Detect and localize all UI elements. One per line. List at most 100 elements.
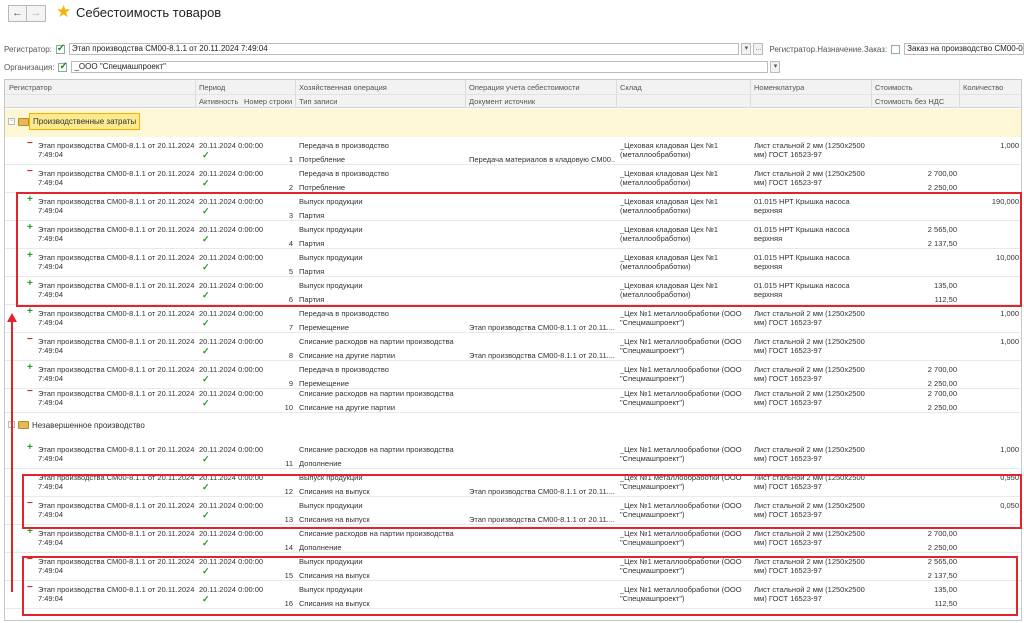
table-row[interactable]: − Этап производства СМ00-8.1.1 от 20.11.2… [5,137,1021,165]
dest-field[interactable]: Заказ на производство СМ00-00000 [904,43,1024,55]
col-cost-no-vat[interactable]: Стоимость без НДС [875,97,944,106]
cell-wh1: _Цеховая кладовая Цех №1 [620,197,719,206]
cell-nom1: Лист стальной 2 мм (1250х2500 [754,169,865,178]
active-check-icon: ✓ [202,206,210,216]
group-wip[interactable]: − Незавершенное производство [5,413,1021,441]
cell-period: 20.11.2024 0:00:00 [199,309,264,318]
cell-rtype: Списания на выпуск [299,515,370,524]
cell-qty: 1,000 [1000,141,1019,150]
cell-line: 3 [288,211,293,220]
dest-checkbox[interactable] [891,44,901,54]
star-icon[interactable]: ★ [56,2,71,22]
table-row[interactable]: + Этап производства СМ00-8.1.1 от 20.11.2… [5,305,1021,333]
registrator-select-button[interactable]: ... [753,43,764,55]
cell-reg1: Этап производства СМ00-8.1.1 от 20.11.20… [38,253,195,262]
cell-wh1: _Цеховая кладовая Цех №1 [620,169,719,178]
org-dropdown-icon[interactable]: ▾ [770,61,781,73]
cell-op: Списание расходов на партии производства [299,337,454,346]
cell-period: 20.11.2024 0:00:00 [199,169,264,178]
cell-wh1: _Цех №1 металлообработки (ООО [620,473,742,482]
cell-reg1: Этап производства СМ00-8.1.1 от 20.11.20… [38,473,195,482]
cell-nom2: мм) ГОСТ 16523-97 [754,566,822,575]
table-row[interactable]: + Этап производства СМ00-8.1.1 от 20.11.2… [5,249,1021,277]
col-period[interactable]: Период [199,83,225,92]
cell-wh1: _Цех №1 металлообработки (ООО [620,309,742,318]
table-row[interactable]: + Этап производства СМ00-8.1.1 от 20.11.2… [5,525,1021,553]
active-check-icon: ✓ [202,566,210,576]
table-row[interactable]: − Этап производства СМ00-8.1.1 от 20.11.2… [5,469,1021,497]
cell-nom1: Лист стальной 2 мм (1250х2500 [754,445,865,454]
col-nomenclature[interactable]: Номенклатура [754,83,804,92]
cell-nom2: мм) ГОСТ 16523-97 [754,482,822,491]
cell-cost_nv: 2 250,00 [927,543,957,552]
table-row[interactable]: − Этап производства СМ00-8.1.1 от 20.11.2… [5,165,1021,193]
plus-sign-icon: + [27,526,33,537]
col-record-type[interactable]: Тип записи [299,97,337,106]
cell-src: Передача материалов в кладовую СМ00... [469,155,615,164]
cell-nom1: Лист стальной 2 мм (1250х2500 [754,557,865,566]
cell-wh1: _Цех №1 металлообработки (ООО [620,501,742,510]
org-field[interactable]: _ООО "Спецмашпроект" [71,61,769,73]
cell-nom2: мм) ГОСТ 16523-97 [754,594,822,603]
cell-reg1: Этап производства СМ00-8.1.1 от 20.11.20… [38,365,195,374]
back-button[interactable]: ← [8,5,27,22]
cell-period: 20.11.2024 0:00:00 [199,365,264,374]
col-warehouse[interactable]: Склад [620,83,642,92]
col-cost[interactable]: Стоимость [875,83,913,92]
cell-op: Выпуск продукции [299,225,363,234]
cell-period: 20.11.2024 0:00:00 [199,337,264,346]
col-source-doc[interactable]: Документ источник [469,97,535,106]
table-row[interactable]: − Этап производства СМ00-8.1.1 от 20.11.2… [5,581,1021,609]
col-line-no[interactable]: Номер строки [244,97,292,106]
registrator-dropdown-icon[interactable]: ▾ [741,43,752,55]
cell-qty: 1,000 [1000,309,1019,318]
cell-nom1: Лист стальной 2 мм (1250х2500 [754,389,865,398]
cell-cost_nv: 2 137,50 [927,571,957,580]
active-check-icon: ✓ [202,538,210,548]
col-registrator[interactable]: Регистратор [9,83,52,92]
plus-sign-icon: + [27,250,33,261]
cell-reg2: 7:49:04 [38,290,64,299]
table-row[interactable]: + Этап производства СМ00-8.1.1 от 20.11.2… [5,441,1021,469]
cell-reg1: Этап производства СМ00-8.1.1 от 20.11.20… [38,389,195,398]
col-quantity[interactable]: Количество [963,83,1003,92]
col-activity[interactable]: Активность [199,97,238,106]
table-row[interactable]: + Этап производства СМ00-8.1.1 от 20.11.2… [5,277,1021,305]
forward-button[interactable]: → [27,5,46,22]
table-row[interactable]: − Этап производства СМ00-8.1.1 от 20.11.2… [5,553,1021,581]
collapse-icon[interactable]: − [8,118,15,125]
cell-period: 20.11.2024 0:00:00 [199,445,264,454]
cell-nom2: верхняя [754,206,783,215]
col-operation[interactable]: Хозяйственная операция [299,83,387,92]
cell-src: Этап производства СМ00-8.1.1 от 20.11...… [469,487,615,496]
cell-src: Этап производства СМ00-8.1.1 от 20.11...… [469,323,615,332]
table-row[interactable]: + Этап производства СМ00-8.1.1 от 20.11.2… [5,221,1021,249]
cell-qty: 0,950 [1000,473,1019,482]
table-row[interactable]: − Этап производства СМ00-8.1.1 от 20.11.2… [5,385,1021,413]
plus-sign-icon: + [27,222,33,233]
org-label: Организация: [4,62,55,72]
table-row[interactable]: + Этап производства СМ00-8.1.1 от 20.11.2… [5,193,1021,221]
active-check-icon: ✓ [202,262,210,272]
cell-wh2: (металлообработки) [620,234,691,243]
registrator-checkbox[interactable] [55,43,65,54]
col-cost-operation[interactable]: Операция учета себестоимости [469,83,580,92]
minus-sign-icon: − [27,498,33,509]
registrator-field[interactable]: Этап производства СМ00-8.1.1 от 20.11.20… [68,43,740,55]
table-row[interactable]: − Этап производства СМ00-8.1.1 от 20.11.2… [5,333,1021,361]
cell-nom1: Лист стальной 2 мм (1250х2500 [754,585,865,594]
cell-line: 13 [284,515,293,524]
org-checkbox[interactable] [58,61,68,72]
cell-line: 11 [285,459,293,468]
plus-sign-icon: + [27,194,33,205]
table-row[interactable]: − Этап производства СМ00-8.1.1 от 20.11.2… [5,497,1021,525]
active-check-icon: ✓ [202,482,210,492]
data-table[interactable]: Регистратор Период Активность Номер стро… [4,79,1022,621]
cell-cost: 2 700,00 [927,365,957,374]
cell-period: 20.11.2024 0:00:00 [199,389,264,398]
group-production-costs[interactable]: − Производственные затраты [5,109,1021,137]
cell-wh2: "Спецмашпроект") [620,482,685,491]
cell-cost: 2 565,00 [927,225,957,234]
cell-rtype: Списание на другие партии [299,351,396,360]
cell-qty: 10,000 [996,253,1019,262]
